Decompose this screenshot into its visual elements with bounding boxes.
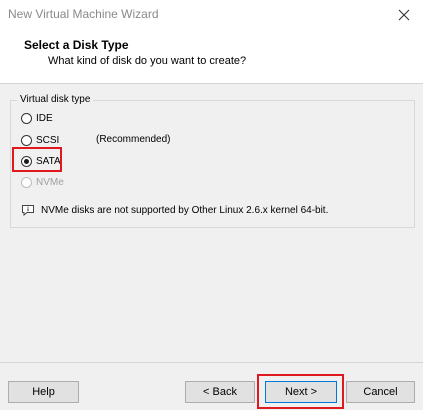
info-text: NVMe disks are not supported by Other Li… [41,204,329,216]
next-button[interactable]: Next > [265,381,337,403]
radio-nvme: NVMe [21,173,64,191]
info-icon [22,205,34,216]
radio-sata-label: SATA [36,155,61,167]
radio-nvme-label: NVMe [36,176,64,188]
group-label: Virtual disk type [17,94,94,105]
radio-ide-button[interactable] [21,112,32,124]
close-button[interactable] [391,3,417,27]
back-button[interactable]: < Back [185,381,255,403]
help-button[interactable]: Help [8,381,79,403]
radio-ide[interactable]: IDE [21,109,53,127]
radio-nvme-button [21,176,32,188]
radio-scsi-label: SCSI [36,134,60,146]
radio-scsi-button[interactable] [21,134,32,146]
page-subtitle: What kind of disk do you want to create? [48,55,247,67]
info-message: NVMe disks are not supported by Other Li… [21,204,328,216]
close-icon [398,9,410,21]
radio-ide-label: IDE [36,112,53,124]
radio-sata-button[interactable] [21,155,32,167]
footer-divider [0,362,423,363]
title-bar: New Virtual Machine Wizard [0,0,423,30]
window-title: New Virtual Machine Wizard [8,7,159,21]
disk-type-group: Virtual disk type IDE SCSI (Recommended)… [10,94,415,228]
cancel-button[interactable]: Cancel [346,381,415,403]
radio-scsi[interactable]: SCSI (Recommended) [21,131,221,149]
recommended-note: (Recommended) [96,134,171,145]
wizard-header: Select a Disk Type What kind of disk do … [0,30,423,84]
radio-sata[interactable]: SATA [21,152,61,170]
page-title: Select a Disk Type [24,38,129,52]
